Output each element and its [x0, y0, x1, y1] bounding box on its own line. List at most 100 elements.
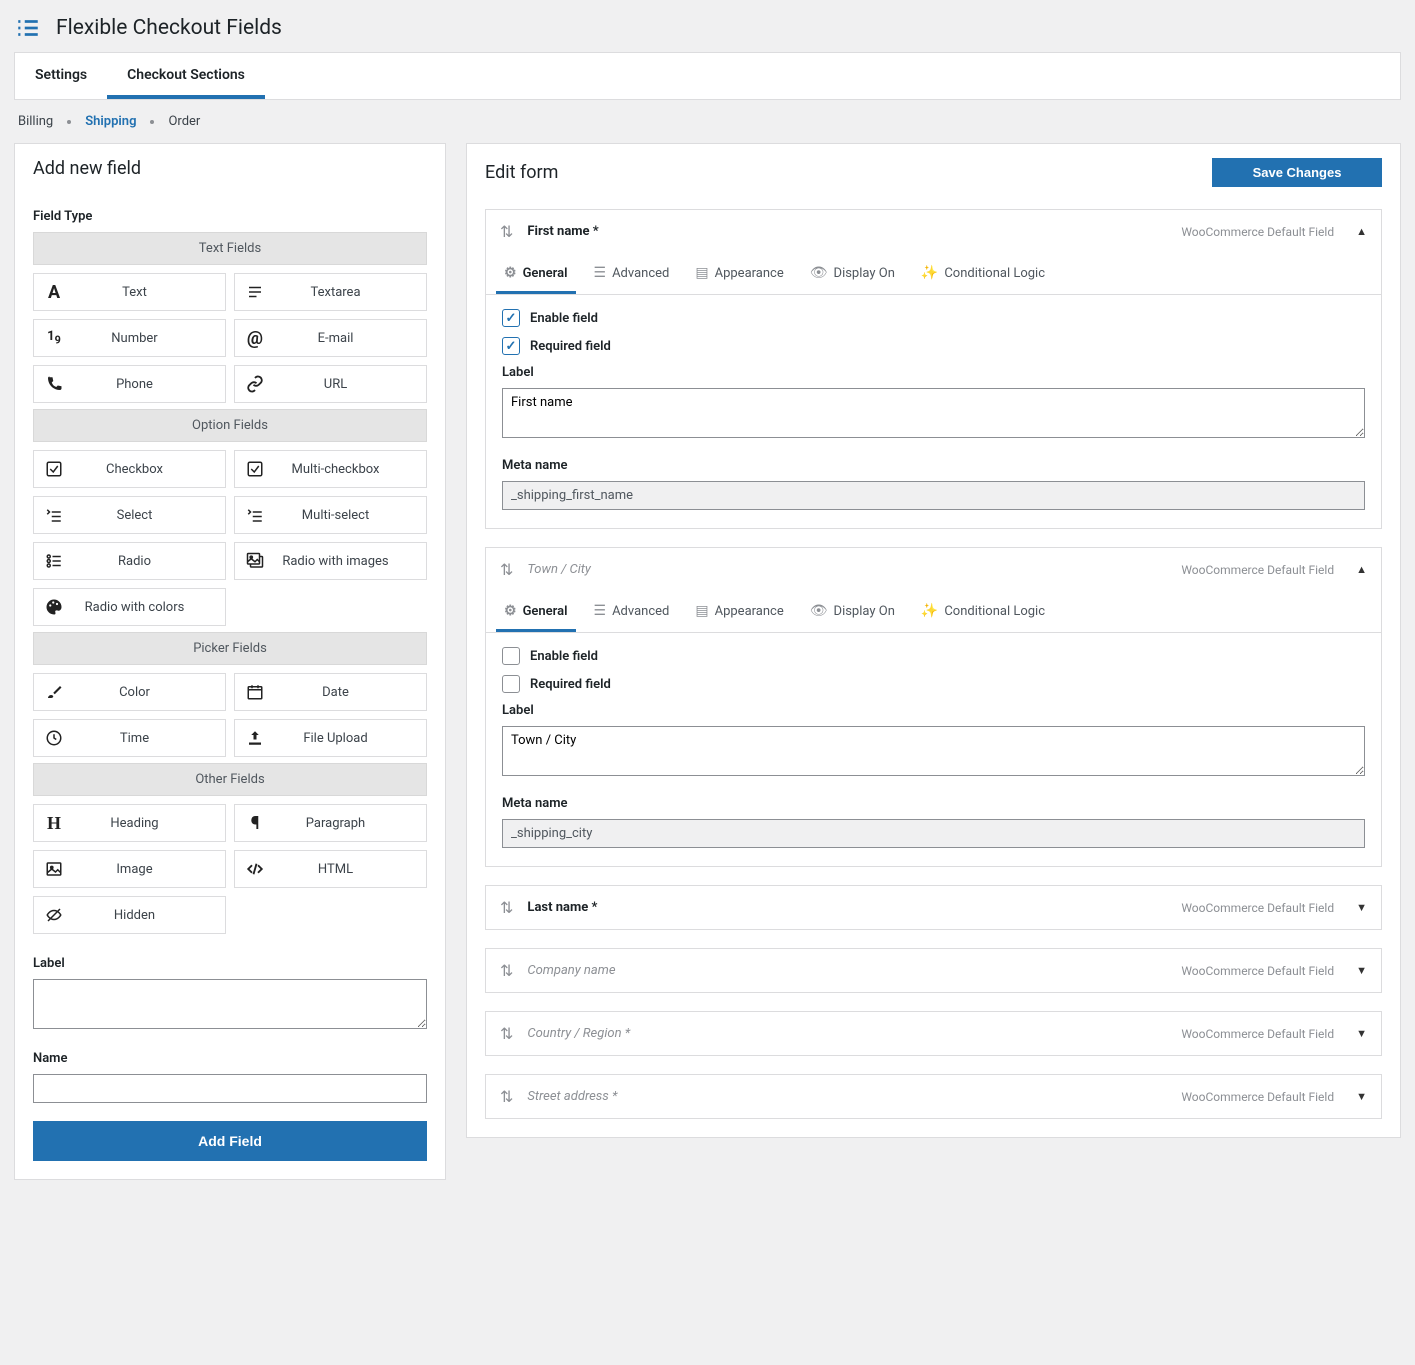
select-icon — [34, 506, 74, 524]
field-card-title: Country / Region * — [527, 1026, 630, 1041]
breadcrumb-shipping[interactable]: Shipping — [85, 114, 136, 129]
fieldtype-html[interactable]: HTML — [234, 850, 427, 888]
drag-handle-icon[interactable]: ⇅ — [500, 1024, 513, 1043]
caret-down-icon[interactable]: ▼ — [1356, 901, 1367, 914]
tab-display-on[interactable]: 👁Display On — [802, 253, 903, 294]
tab-checkout-sections[interactable]: Checkout Sections — [107, 53, 265, 99]
enable-label: Enable field — [530, 311, 598, 326]
tab-display-on[interactable]: 👁Display On — [802, 591, 903, 632]
field-card: ⇅ Country / Region * WooCommerce Default… — [485, 1011, 1382, 1056]
field-card: ⇅ Last name * WooCommerce Default Field … — [485, 885, 1382, 930]
field-card-header[interactable]: ⇅ Last name * WooCommerce Default Field … — [486, 886, 1381, 929]
caret-down-icon[interactable]: ▼ — [1356, 1090, 1367, 1103]
fieldtype-email[interactable]: @E-mail — [234, 319, 427, 357]
required-label: Required field — [530, 339, 611, 354]
caret-down-icon[interactable]: ▼ — [1356, 1027, 1367, 1040]
tab-appearance[interactable]: ▤Appearance — [687, 253, 791, 294]
new-field-label-input[interactable] — [33, 979, 427, 1029]
field-card-header[interactable]: ⇅ Country / Region * WooCommerce Default… — [486, 1012, 1381, 1055]
drag-handle-icon[interactable]: ⇅ — [500, 898, 513, 917]
required-checkbox[interactable] — [502, 675, 520, 693]
caret-up-icon[interactable]: ▲ — [1356, 563, 1367, 576]
tab-settings[interactable]: Settings — [15, 53, 107, 99]
breadcrumb: Billing Shipping Order — [0, 100, 1415, 143]
field-card: ⇅ Town / City WooCommerce Default Field … — [485, 547, 1382, 867]
new-field-name-input[interactable] — [33, 1074, 427, 1103]
fieldtype-date[interactable]: Date — [234, 673, 427, 711]
code-icon — [235, 860, 275, 878]
field-tabs: ⚙General ☰Advanced ▤Appearance 👁Display … — [486, 591, 1381, 633]
fieldtype-radio[interactable]: Radio — [33, 542, 226, 580]
fieldtype-radio-images[interactable]: Radio with images — [234, 542, 427, 580]
fieldtype-checkbox[interactable]: Checkbox — [33, 450, 226, 488]
add-field-panel-header: Add new field — [15, 144, 445, 193]
tab-advanced[interactable]: ☰Advanced — [586, 253, 678, 294]
tab-advanced[interactable]: ☰Advanced — [586, 591, 678, 632]
palette-icon — [34, 598, 74, 616]
fieldtype-paragraph[interactable]: ¶Paragraph — [234, 804, 427, 842]
fieldtype-multi-select[interactable]: Multi-select — [234, 496, 427, 534]
group-other-fields: Other Fields — [33, 763, 427, 796]
add-field-button[interactable]: Add Field — [33, 1121, 427, 1161]
fieldtype-url[interactable]: URL — [234, 365, 427, 403]
tab-general[interactable]: ⚙General — [496, 591, 576, 632]
add-field-panel: Add new field Field Type Text Fields ATe… — [14, 143, 446, 1180]
field-label-input[interactable] — [502, 726, 1365, 776]
label-field-label: Label — [502, 703, 1365, 718]
breadcrumb-billing[interactable]: Billing — [18, 114, 53, 129]
breadcrumb-separator — [67, 120, 71, 124]
fieldtype-file[interactable]: File Upload — [234, 719, 427, 757]
fieldtype-textarea[interactable]: Textarea — [234, 273, 427, 311]
field-card-header[interactable]: ⇅ Company name WooCommerce Default Field… — [486, 949, 1381, 992]
fieldtype-radio-colors[interactable]: Radio with colors — [33, 588, 226, 626]
sliders-icon: ☰ — [594, 265, 607, 281]
breadcrumb-order[interactable]: Order — [168, 114, 200, 129]
field-card-header[interactable]: ⇅ Town / City WooCommerce Default Field … — [486, 548, 1381, 591]
field-card-title: Town / City — [527, 562, 590, 577]
edit-form-panel: Edit form Save Changes ⇅ First name * Wo… — [466, 143, 1401, 1138]
fieldtype-text[interactable]: AText — [33, 273, 226, 311]
breadcrumb-separator — [150, 120, 154, 124]
tab-appearance[interactable]: ▤Appearance — [687, 591, 791, 632]
fieldtype-phone[interactable]: Phone — [33, 365, 226, 403]
fieldtype-color[interactable]: Color — [33, 673, 226, 711]
save-changes-button[interactable]: Save Changes — [1212, 158, 1382, 187]
enable-checkbox[interactable] — [502, 647, 520, 665]
required-label: Required field — [530, 677, 611, 692]
multi-select-icon — [235, 506, 275, 524]
fieldtype-multi-checkbox[interactable]: Multi-checkbox — [234, 450, 427, 488]
clock-icon — [34, 729, 74, 747]
enable-checkbox[interactable] — [502, 309, 520, 327]
caret-up-icon[interactable]: ▲ — [1356, 225, 1367, 238]
wand-icon: ✨ — [921, 603, 938, 619]
drag-handle-icon[interactable]: ⇅ — [500, 222, 513, 241]
fieldtype-number[interactable]: 19Number — [33, 319, 226, 357]
caret-down-icon[interactable]: ▼ — [1356, 964, 1367, 977]
field-card-title: Street address * — [527, 1089, 617, 1104]
fieldtype-select[interactable]: Select — [33, 496, 226, 534]
logo-icon — [14, 14, 42, 42]
field-card-header[interactable]: ⇅ Street address * WooCommerce Default F… — [486, 1075, 1381, 1118]
paragraph-icon: ¶ — [235, 813, 275, 834]
field-card-title: Last name * — [527, 900, 597, 915]
wand-icon: ✨ — [921, 265, 938, 281]
checkbox-icon — [34, 460, 74, 478]
drag-handle-icon[interactable]: ⇅ — [500, 560, 513, 579]
fieldtype-hidden[interactable]: Hidden — [33, 896, 226, 934]
fieldtype-time[interactable]: Time — [33, 719, 226, 757]
field-card: ⇅ Street address * WooCommerce Default F… — [485, 1074, 1382, 1119]
tab-general[interactable]: ⚙General — [496, 253, 576, 294]
drag-handle-icon[interactable]: ⇅ — [500, 961, 513, 980]
field-card-header[interactable]: ⇅ First name * WooCommerce Default Field… — [486, 210, 1381, 253]
tab-conditional-logic[interactable]: ✨Conditional Logic — [913, 253, 1053, 294]
drag-handle-icon[interactable]: ⇅ — [500, 1087, 513, 1106]
required-checkbox[interactable] — [502, 337, 520, 355]
label-label: Label — [33, 956, 427, 971]
eye-icon: 👁 — [810, 603, 828, 619]
field-badge: WooCommerce Default Field — [1181, 1090, 1334, 1104]
tab-conditional-logic[interactable]: ✨Conditional Logic — [913, 591, 1053, 632]
gear-icon: ⚙ — [504, 265, 517, 281]
fieldtype-heading[interactable]: HHeading — [33, 804, 226, 842]
field-label-input[interactable] — [502, 388, 1365, 438]
fieldtype-image[interactable]: Image — [33, 850, 226, 888]
